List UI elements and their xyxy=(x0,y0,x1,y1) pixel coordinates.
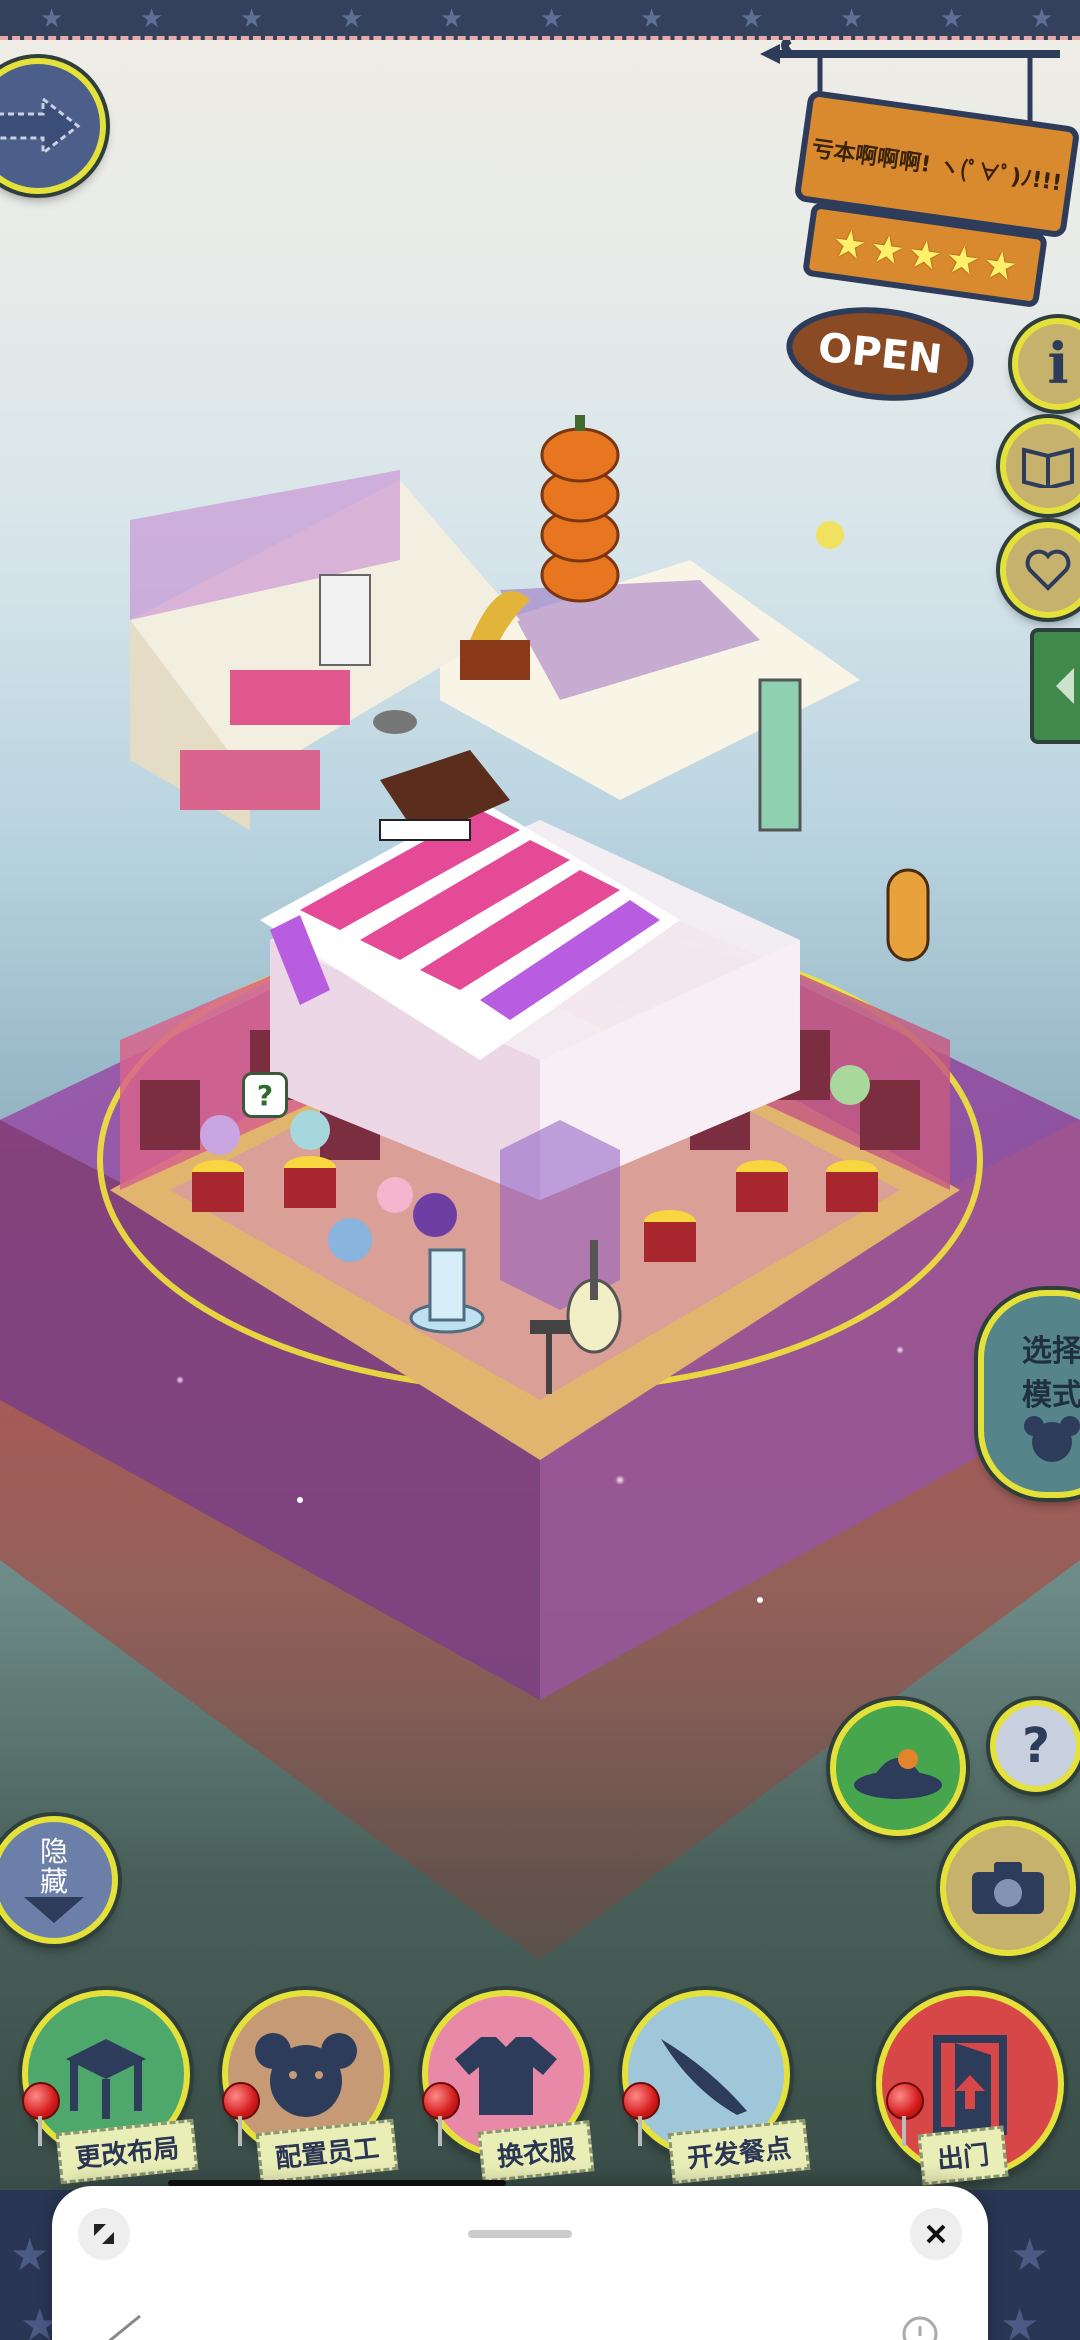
shop-name-text: 亏本啊啊啊! ヽ(ﾟ∀ﾟ)ﾉ!!! xyxy=(809,136,1064,197)
new-indicator-pin xyxy=(886,2082,924,2146)
close-icon xyxy=(926,2224,946,2244)
arrow-right-icon xyxy=(0,96,81,156)
expand-icon xyxy=(94,2224,114,2244)
pencil-icon[interactable] xyxy=(104,2314,144,2340)
table-icon xyxy=(66,2039,146,2119)
hat-icon xyxy=(854,1749,942,1799)
go-out-label: 出门 xyxy=(917,2125,1009,2186)
bear-icon xyxy=(255,2033,357,2117)
bear-head-icon xyxy=(1024,1416,1080,1462)
help-icon: ? xyxy=(1022,1718,1050,1774)
star-icon: ★ xyxy=(867,225,908,274)
camera-button[interactable] xyxy=(940,1820,1076,1956)
hat-button[interactable] xyxy=(830,1700,966,1836)
select-mode-label-2: 模式 xyxy=(1022,1378,1080,1413)
open-sign: OPEN xyxy=(781,298,979,410)
hide-label-1: 隐 xyxy=(39,1835,68,1868)
close-button[interactable] xyxy=(910,2208,962,2260)
hide-label-2: 藏 xyxy=(39,1865,68,1898)
chevron-left-icon xyxy=(1056,668,1074,704)
info-icon: i xyxy=(1047,331,1069,397)
new-indicator-pin xyxy=(422,2082,460,2146)
new-indicator-pin xyxy=(622,2082,660,2146)
door-exit-icon xyxy=(933,2035,1007,2135)
knife-icon xyxy=(661,2039,747,2115)
open-sign-text: OPEN xyxy=(815,324,945,384)
new-indicator-pin xyxy=(222,2082,260,2146)
sheet-drag-handle[interactable] xyxy=(468,2230,572,2238)
star-icon: ★ xyxy=(980,241,1021,290)
star-icon: ★ xyxy=(829,220,870,269)
camera-icon xyxy=(972,1862,1044,1914)
book-icon xyxy=(1022,447,1074,488)
expand-button[interactable] xyxy=(78,2208,130,2260)
info-circle-icon[interactable] xyxy=(900,2314,940,2340)
star-icon: ★ xyxy=(905,230,945,280)
game-scene: ★ ★ ★ ★ ★ ★ ★ ★ ★ ★ ★ ? 亏本啊啊啊! ヽ(ﾟ∀ﾟ)ﾉ!!… xyxy=(0,0,1080,2340)
bottom-sheet xyxy=(52,2186,988,2340)
select-mode-label-1: 选择 xyxy=(1022,1334,1080,1369)
select-mode-button[interactable]: 选择 模式 xyxy=(978,1290,1080,1498)
thought-bubble: ? xyxy=(242,1072,288,1118)
arched-window xyxy=(886,868,930,962)
shirt-icon xyxy=(455,2037,557,2115)
heart-icon xyxy=(1025,549,1071,591)
pumpkin-tower xyxy=(540,415,620,603)
new-indicator-pin xyxy=(22,2082,60,2146)
help-button[interactable]: ? xyxy=(990,1700,1080,1792)
arrow-down-icon xyxy=(24,1897,84,1923)
side-tab-button[interactable] xyxy=(1030,628,1080,744)
star-icon: ★ xyxy=(942,236,983,285)
thought-bubble-text: ? xyxy=(256,1078,274,1112)
